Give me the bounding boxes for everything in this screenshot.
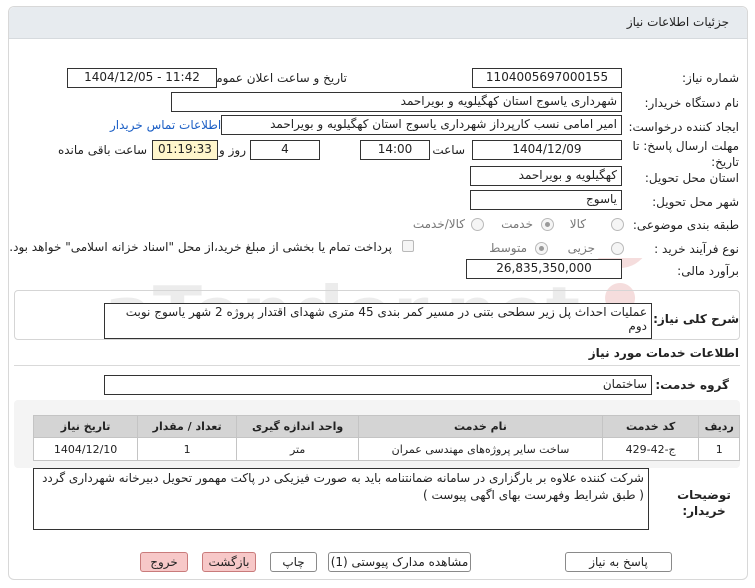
category-radio-goods-service[interactable] xyxy=(471,218,484,231)
reply-to-need-button[interactable]: پاسخ به نیاز xyxy=(565,552,672,572)
category-option-goods-service: کالا/خدمت xyxy=(412,217,465,231)
column-header: ردیف xyxy=(698,415,740,438)
process-radio-minor[interactable] xyxy=(611,242,624,255)
need-number-label: شماره نیاز: xyxy=(682,71,739,85)
back-button[interactable]: بازگشت xyxy=(202,552,256,572)
print-button[interactable]: چاپ xyxy=(270,552,317,572)
requester-label: ایجاد کننده درخواست: xyxy=(628,120,739,134)
services-heading: اطلاعات خدمات مورد نیاز xyxy=(588,346,739,360)
requester-field: امیر امامی نسب کارپرداز شهرداری یاسوج اس… xyxy=(221,115,622,135)
process-option-minor: جزیی xyxy=(567,241,595,255)
deadline-time-field: 14:00 xyxy=(360,140,430,160)
remaining-time-field: 01:19:33 xyxy=(152,140,218,160)
services-divider xyxy=(14,365,740,366)
table-cell: ج-42-429 xyxy=(601,437,700,461)
days-label: روز و xyxy=(219,143,246,157)
province-field: کهگیلویه و بویراحمد xyxy=(470,166,622,186)
panel-title: جزئیات اطلاعات نیاز xyxy=(626,15,729,29)
category-option-service: خدمت xyxy=(501,217,533,231)
buyer-org-label: نام دستگاه خریدار: xyxy=(644,96,740,110)
buyer-org-field: شهرداری یاسوج استان کهگیلویه و بویراحمد xyxy=(171,92,622,112)
category-option-goods: کالا xyxy=(569,217,586,231)
announce-field: 1404/12/05 - 11:42 xyxy=(67,68,217,88)
table-cell: 1 xyxy=(698,437,740,461)
process-radio-medium[interactable] xyxy=(535,242,548,255)
process-option-medium: متوسط xyxy=(489,241,527,255)
buyer-contact-link[interactable]: اطلاعات تماس خریدار xyxy=(110,118,221,132)
service-group-field: ساختمان xyxy=(104,375,652,395)
process-label: نوع فرآیند خرید : xyxy=(654,242,739,256)
description-label: شرح کلی نیاز: xyxy=(653,312,739,326)
deadline-label: مهلت ارسال پاسخ: تا تاریخ: xyxy=(632,139,739,169)
column-header: نام خدمت xyxy=(358,415,603,438)
exit-button[interactable]: خروج xyxy=(140,552,188,572)
column-header: واحد اندازه گیری xyxy=(236,415,360,438)
treasury-payment-checkbox[interactable] xyxy=(402,240,414,252)
services-table: ردیف کد خدمت نام خدمت واحد اندازه گیری تعداد… xyxy=(32,415,740,461)
category-radio-service[interactable] xyxy=(541,218,554,231)
table-cell: ساخت سایر پروژه‌های مهندسی عمران xyxy=(358,437,603,461)
deadline-hour-label: ساعت xyxy=(432,143,465,157)
service-group-label: گروه خدمت: xyxy=(655,378,729,392)
category-label: طبقه بندی موضوعی: xyxy=(632,218,739,232)
description-field: عملیات احداث پل زیر سطحی بتنی در مسیر کم… xyxy=(104,303,652,339)
treasury-payment-note: پرداخت تمام یا بخشی از مبلغ خرید،از محل … xyxy=(9,240,392,254)
column-header: کد خدمت xyxy=(601,415,700,438)
buyer-notes-label: توضیحات خریدار: xyxy=(677,488,731,518)
city-field: یاسوج xyxy=(470,190,622,210)
city-label: شهر محل تحویل: xyxy=(652,195,739,209)
days-remaining-field: 4 xyxy=(250,140,320,160)
category-radio-goods[interactable] xyxy=(611,218,624,231)
remaining-label: ساعت باقی مانده xyxy=(57,143,147,157)
column-header: تعداد / مقدار xyxy=(137,415,238,438)
services-table-header: ردیف کد خدمت نام خدمت واحد اندازه گیری تعداد… xyxy=(32,415,740,438)
table-cell: 1 xyxy=(137,437,238,461)
table-row[interactable]: 1 ج-42-429 ساخت سایر پروژه‌های مهندسی عمرا… xyxy=(32,437,740,461)
table-cell: متر xyxy=(236,437,360,461)
buyer-notes-field: شرکت کننده علاوه بر بارگزاری در سامانه ض… xyxy=(33,468,649,530)
budget-label: برآورد مالی: xyxy=(677,264,739,278)
budget-field: 26,835,350,000 xyxy=(466,259,622,279)
view-attachments-button[interactable]: مشاهده مدارک پیوستی (1) xyxy=(328,552,471,572)
need-number-field: 1104005697000155 xyxy=(472,68,622,88)
table-cell: 1404/12/10 xyxy=(32,437,139,461)
column-header: تاریخ نیاز xyxy=(32,415,139,438)
province-label: استان محل تحویل: xyxy=(644,171,739,185)
deadline-date-field: 1404/12/09 xyxy=(472,140,622,160)
announce-label: تاریخ و ساعت اعلان عمومی: xyxy=(202,71,347,85)
panel-titlebar: جزئیات اطلاعات نیاز xyxy=(9,7,747,39)
